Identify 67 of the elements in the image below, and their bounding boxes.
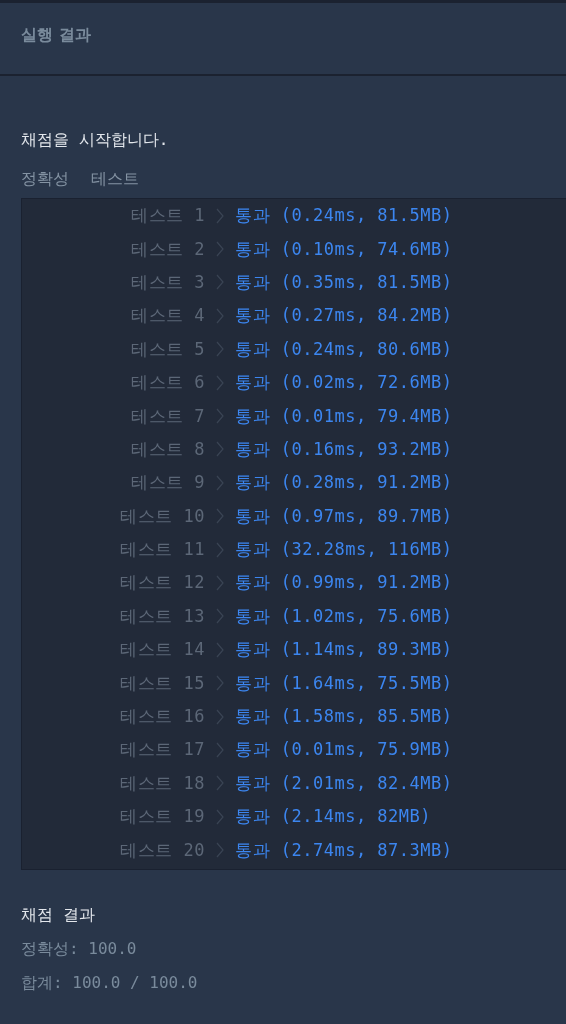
test-label: 테스트 19 (119, 805, 205, 829)
summary-line: 합계: 100.0 / 100.0 (21, 971, 199, 994)
test-result: 통과 (0.24ms, 80.6MB) (235, 337, 454, 361)
chevron-right-icon (216, 408, 224, 425)
test-label: 테스트 13 (119, 604, 205, 628)
test-label: 테스트 6 (130, 371, 205, 395)
test-result: 통과 (32.28ms, 116MB) (235, 538, 454, 562)
test-label: 테스트 2 (130, 237, 205, 261)
test-label: 테스트 5 (130, 337, 205, 361)
chevron-right-icon (216, 441, 224, 458)
chevron-right-icon (216, 508, 224, 525)
test-result: 통과 (0.27ms, 84.2MB) (235, 304, 454, 328)
test-label: 테스트 8 (130, 437, 205, 461)
test-result: 통과 (2.74ms, 87.3MB) (235, 838, 454, 862)
test-label: 테스트 20 (119, 838, 205, 862)
test-result: 통과 (0.28ms, 91.2MB) (235, 471, 454, 495)
summary-line: 정확성: 100.0 (21, 937, 138, 960)
test-label: 테스트 10 (119, 504, 205, 528)
test-result: 통과 (1.64ms, 75.5MB) (235, 671, 454, 695)
chevron-right-icon (216, 775, 224, 792)
panel-title: 실행 결과 (21, 25, 91, 46)
test-label: 테스트 3 (130, 270, 205, 294)
test-label: 테스트 17 (119, 738, 205, 762)
test-result: 통과 (0.10ms, 74.6MB) (235, 237, 454, 261)
test-label: 테스트 15 (119, 671, 205, 695)
test-label: 테스트 14 (119, 638, 205, 662)
test-label: 테스트 7 (130, 404, 205, 428)
chevron-right-icon (216, 241, 224, 258)
intro-text: 채점을 시작합니다. (21, 129, 170, 151)
chevron-right-icon (216, 307, 224, 324)
chevron-right-icon (216, 541, 224, 558)
chevron-right-icon (216, 374, 224, 391)
chevron-right-icon (216, 641, 224, 658)
test-result: 통과 (0.01ms, 79.4MB) (235, 404, 454, 428)
chevron-right-icon (216, 274, 224, 291)
test-result: 통과 (1.58ms, 85.5MB) (235, 705, 454, 729)
chevron-right-icon (216, 207, 224, 224)
test-result: 통과 (1.14ms, 89.3MB) (235, 638, 454, 662)
test-result: 통과 (0.24ms, 81.5MB) (235, 204, 454, 228)
test-result: 통과 (2.14ms, 82MB) (235, 805, 433, 829)
test-label: 테스트 1 (130, 204, 205, 228)
test-label: 테스트 11 (119, 538, 205, 562)
test-result: 통과 (0.97ms, 89.7MB) (235, 504, 454, 528)
test-result: 통과 (2.01ms, 82.4MB) (235, 771, 454, 795)
chevron-right-icon (216, 608, 224, 625)
test-label: 테스트 12 (119, 571, 205, 595)
test-label: 테스트 16 (119, 705, 205, 729)
chevron-right-icon (216, 842, 224, 859)
test-result: 통과 (0.01ms, 75.9MB) (235, 738, 454, 762)
section-label: 테스트 (91, 168, 139, 190)
test-result: 통과 (0.16ms, 93.2MB) (235, 437, 454, 461)
chevron-right-icon (216, 575, 224, 591)
chevron-right-icon (216, 808, 224, 825)
chevron-right-icon (216, 675, 224, 692)
test-result: 통과 (1.02ms, 75.6MB) (235, 604, 454, 628)
chevron-right-icon (216, 708, 224, 725)
chevron-right-icon (216, 341, 224, 358)
summary-title: 채점 결과 (21, 903, 96, 926)
test-result: 통과 (0.02ms, 72.6MB) (235, 371, 454, 395)
test-result: 통과 (0.99ms, 91.2MB) (235, 571, 454, 595)
section-category: 정확성 (21, 168, 69, 190)
test-result: 통과 (0.35ms, 81.5MB) (235, 270, 454, 294)
chevron-right-icon (216, 741, 224, 758)
test-label: 테스트 18 (119, 771, 205, 795)
test-label: 테스트 9 (130, 471, 205, 495)
chevron-right-icon (216, 474, 224, 491)
test-label: 테스트 4 (130, 304, 205, 328)
